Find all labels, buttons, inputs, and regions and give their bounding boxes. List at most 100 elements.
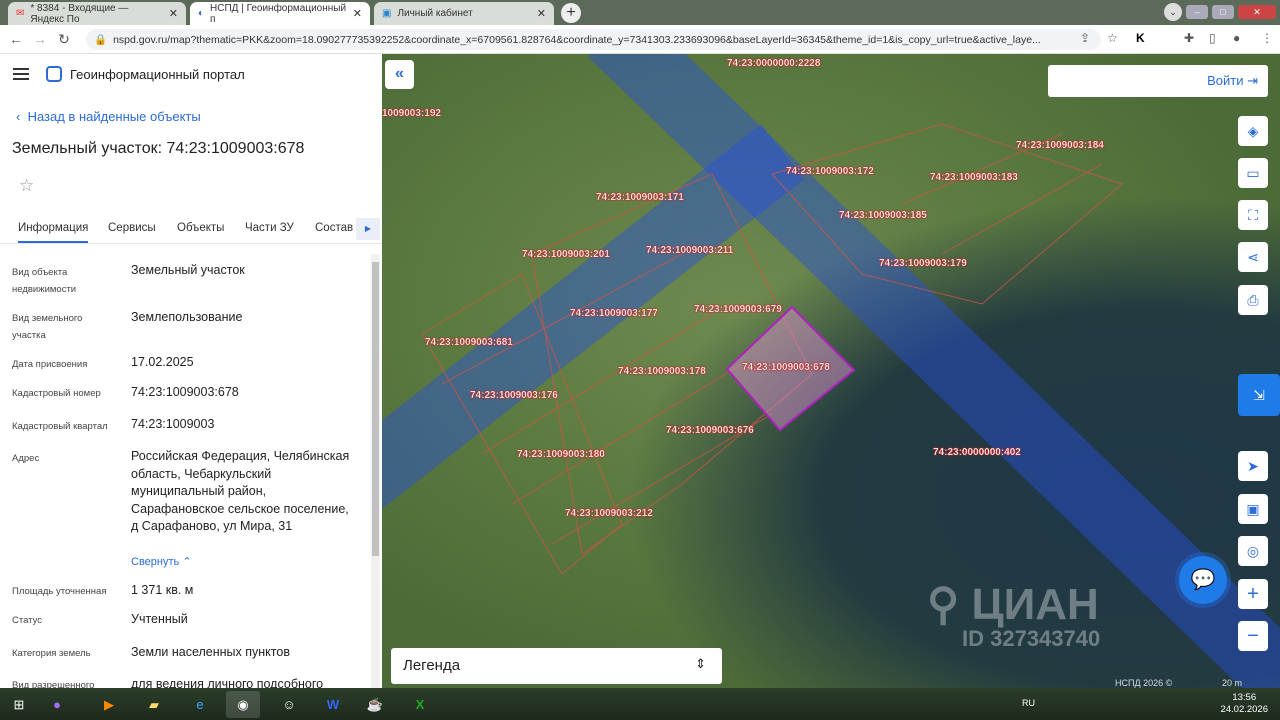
field-label: Адрес bbox=[12, 453, 40, 464]
app-icon[interactable]: ☺ bbox=[272, 691, 306, 718]
back-icon[interactable]: ← bbox=[4, 31, 28, 47]
sidebar-scrollbar[interactable] bbox=[371, 254, 380, 688]
select-area-button[interactable]: ⛶ bbox=[1238, 200, 1268, 230]
parcel-label[interactable]: 74:23:1009003:678 bbox=[742, 362, 830, 373]
profile-icon[interactable]: ● bbox=[1233, 31, 1240, 45]
tab-services[interactable]: Сервисы bbox=[108, 222, 156, 234]
explorer-icon[interactable]: ▰ bbox=[137, 691, 171, 718]
media-player-icon[interactable]: ▶ bbox=[92, 691, 126, 718]
locate-button[interactable]: ◎ bbox=[1238, 536, 1268, 566]
parcel-label[interactable]: 74:23:1009003:172 bbox=[786, 166, 874, 177]
address-bar: ← → ↻ 🔒 nspd.gov.ru/map?thematic=PKK&zoom… bbox=[0, 25, 1280, 54]
scrollbar-thumb[interactable] bbox=[372, 262, 379, 556]
forward-icon[interactable]: → bbox=[28, 31, 52, 47]
hamburger-menu-icon[interactable] bbox=[13, 68, 29, 80]
back-to-results-link[interactable]: ‹ Назад в найденные объекты bbox=[16, 109, 201, 124]
parcel-label[interactable]: 74:23:1009003:681 bbox=[425, 337, 513, 348]
minimap-button[interactable]: ▣ bbox=[1238, 494, 1268, 524]
language-indicator[interactable]: RU bbox=[1022, 698, 1035, 708]
zoom-in-button[interactable]: + bbox=[1238, 579, 1268, 609]
clock[interactable]: 13:56 24.02.2026 bbox=[1220, 692, 1268, 716]
parcel-label[interactable]: 74:23:1009003:176 bbox=[470, 390, 558, 401]
field-label: Вид земельного участка bbox=[12, 313, 83, 341]
pin-icon: ⚲ bbox=[927, 580, 960, 629]
word-icon[interactable]: W bbox=[316, 691, 350, 718]
field-label: Категория земель bbox=[12, 648, 91, 659]
tab-objects[interactable]: Объекты bbox=[177, 222, 224, 234]
share-button[interactable]: ⋖ bbox=[1238, 242, 1268, 272]
parcel-label[interactable]: 74:23:1009003:171 bbox=[596, 192, 684, 203]
excel-icon[interactable]: X bbox=[403, 691, 437, 718]
favorite-star-icon[interactable]: ☆ bbox=[19, 176, 34, 196]
start-button[interactable]: ⊞ bbox=[2, 691, 36, 718]
tab-parts[interactable]: Части ЗУ bbox=[245, 222, 294, 234]
parcel-outlines bbox=[421, 123, 1123, 575]
parcel-label[interactable]: 74:23:1009003:212 bbox=[565, 508, 653, 519]
tab-composition[interactable]: Состав bbox=[315, 222, 353, 234]
print-button[interactable]: ⎙ bbox=[1238, 285, 1268, 315]
extension-k-icon[interactable]: K bbox=[1136, 31, 1145, 45]
zoom-out-button[interactable]: − bbox=[1238, 621, 1268, 651]
object-title: Земельный участок: 74:23:1009003:678 bbox=[12, 140, 305, 157]
geolocation-button[interactable]: ➤ bbox=[1238, 451, 1268, 481]
tab-mail[interactable]: ✉ * 8384 - Входящие — Яндекс По ✕ bbox=[8, 2, 186, 25]
login-button[interactable]: Войти ⇥ bbox=[1048, 65, 1268, 97]
minimize-button[interactable]: – bbox=[1186, 5, 1208, 19]
ruler-button[interactable]: ▭ bbox=[1238, 158, 1268, 188]
tab-cabinet[interactable]: ▣ Личный кабинет ✕ bbox=[374, 2, 554, 25]
info-tabs: Информация Сервисы Объекты Части ЗУ Сост… bbox=[0, 214, 382, 244]
parcel-label[interactable]: 74:23:1009003:179 bbox=[879, 258, 967, 269]
reload-icon[interactable]: ↻ bbox=[52, 31, 76, 48]
tab-info[interactable]: Информация bbox=[18, 222, 89, 243]
close-tab-icon[interactable]: ✕ bbox=[169, 7, 178, 20]
parcel-label[interactable]: 74:23:1009003:201 bbox=[522, 249, 610, 260]
parcel-label[interactable]: 74:23:1009003:178 bbox=[618, 366, 706, 377]
field-label: Дата присвоения bbox=[12, 359, 88, 370]
close-tab-icon[interactable]: ✕ bbox=[353, 7, 362, 20]
field-label: Площадь уточненная bbox=[12, 586, 107, 597]
parcel-label[interactable]: 74:23:0000000:402 bbox=[933, 447, 1021, 458]
close-window-button[interactable]: ✕ bbox=[1238, 5, 1276, 19]
legend-dropdown[interactable]: Легенда ⇕ bbox=[391, 648, 722, 684]
parcel-label[interactable]: 74:23:1009003:184 bbox=[1016, 140, 1104, 151]
ie-icon[interactable]: e bbox=[183, 691, 217, 718]
tab-nspd[interactable]: ◐ НСПД | Геоинформационный п ✕ bbox=[190, 2, 370, 25]
parcel-label[interactable]: 74:23:1009003:177 bbox=[570, 308, 658, 319]
share-icon[interactable]: ⇪ bbox=[1080, 31, 1090, 45]
taskbar: ⊞ ● ▶ ▰ e ◉ ☺ W ☕ X RU 13:56 24.02.2026 bbox=[0, 688, 1280, 720]
map-view[interactable]: 74:23:0000000:2228 1009003:192 74:23:10090… bbox=[382, 54, 1280, 688]
maximize-button[interactable]: □ bbox=[1212, 5, 1234, 19]
chrome-icon[interactable]: ◉ bbox=[226, 691, 260, 718]
assistant-button[interactable]: ⇲ bbox=[1238, 374, 1280, 416]
collapse-link[interactable]: Свернуть ⌃ bbox=[131, 554, 356, 572]
menu-icon[interactable]: ⋮ bbox=[1261, 31, 1273, 45]
parcel-label[interactable]: 1009003:192 bbox=[382, 108, 441, 119]
field-label: Кадастровый номер bbox=[12, 388, 101, 399]
copyright: НСПД 2026 © bbox=[1115, 678, 1173, 688]
new-tab-button[interactable]: + bbox=[561, 3, 581, 23]
portal-title: Геоинформационный портал bbox=[70, 67, 245, 82]
parcel-label[interactable]: 74:23:1009003:180 bbox=[517, 449, 605, 460]
field-value: 17.02.2025 bbox=[131, 355, 194, 369]
url-input[interactable]: 🔒 nspd.gov.ru/map?thematic=PKK&zoom=18.09… bbox=[86, 29, 1101, 50]
collapse-sidebar-button[interactable]: « bbox=[385, 60, 414, 89]
parcel-label[interactable]: 74:23:1009003:679 bbox=[694, 304, 782, 315]
parcel-label[interactable]: 74:23:1009003:676 bbox=[666, 425, 754, 436]
field-label: Вид разрешенного bbox=[12, 680, 95, 688]
field-value: Учтенный bbox=[131, 612, 188, 626]
extensions-icon[interactable]: ✚ bbox=[1184, 31, 1194, 45]
alice-icon[interactable]: ● bbox=[40, 691, 74, 718]
java-icon[interactable]: ☕ bbox=[358, 691, 392, 718]
close-tab-icon[interactable]: ✕ bbox=[537, 7, 546, 20]
tab-search-icon[interactable]: ⌄ bbox=[1164, 3, 1182, 21]
layers-button[interactable]: ◈ bbox=[1238, 116, 1268, 146]
parcel-label[interactable]: 74:23:0000000:2228 bbox=[727, 58, 821, 69]
chat-button[interactable]: 💬 bbox=[1179, 556, 1227, 604]
bookmark-star-icon[interactable]: ☆ bbox=[1107, 31, 1118, 45]
parcel-label[interactable]: 74:23:1009003:185 bbox=[839, 210, 927, 221]
parcel-label[interactable]: 74:23:1009003:211 bbox=[646, 245, 734, 256]
parcel-label[interactable]: 74:23:1009003:183 bbox=[930, 172, 1018, 183]
tabs-scroll-right-icon[interactable]: ▶ bbox=[356, 218, 380, 240]
field-value: 74:23:1009003 bbox=[131, 417, 215, 431]
sidepanel-icon[interactable]: ▯ bbox=[1209, 31, 1216, 45]
